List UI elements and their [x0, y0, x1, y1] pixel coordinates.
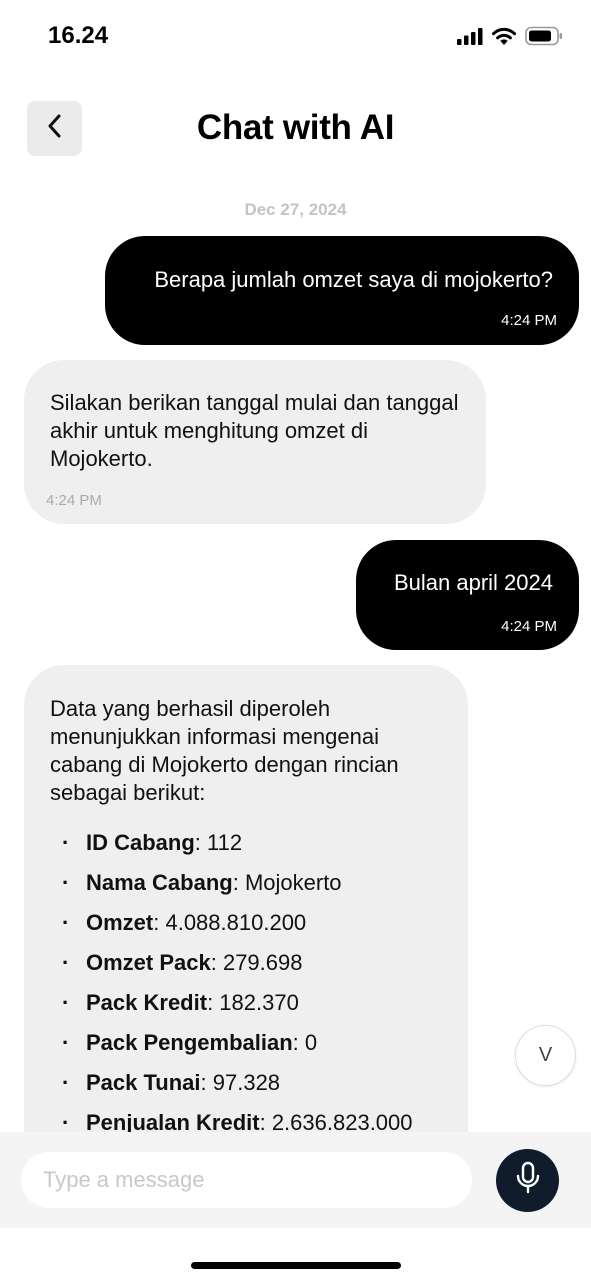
scroll-down-label: V — [538, 1044, 553, 1066]
message-input[interactable] — [21, 1152, 472, 1208]
list-item-value: : 112 — [194, 830, 243, 855]
status-time: 16.24 — [48, 22, 109, 49]
list-item-value: : 97.328 — [200, 1070, 281, 1095]
list-item-value: : 4.088.810.200 — [153, 910, 307, 935]
user-message: Berapa jumlah omzet saya di mojokerto? 4… — [105, 236, 579, 345]
scroll-to-bottom-button[interactable]: V — [515, 1025, 576, 1086]
user-message: Bulan april 2024 4:24 PM — [356, 540, 579, 650]
chat-area[interactable]: Dec 27, 2024 Berapa jumlah omzet saya di… — [0, 180, 591, 1132]
list-item-label: ID Cabang — [86, 830, 195, 855]
list-item-value: : 0 — [292, 1030, 318, 1055]
home-indicator[interactable] — [191, 1262, 401, 1269]
list-item: ID Cabang: 112 — [50, 829, 450, 857]
status-icons — [457, 26, 563, 51]
status-bar: 16.24 — [0, 0, 591, 76]
list-item-label: Omzet Pack — [86, 950, 211, 975]
ai-message: Silakan berikan tanggal mulai dan tangga… — [24, 360, 486, 524]
battery-icon — [525, 26, 563, 51]
list-item: Pack Kredit: 182.370 — [50, 989, 450, 1017]
message-time: 4:24 PM — [501, 618, 557, 635]
header: Chat with AI — [0, 96, 591, 160]
ai-message: Data yang berhasil diperoleh menunjukkan… — [24, 665, 468, 1132]
list-item-label: Omzet — [86, 910, 154, 935]
list-item-value: : 279.698 — [210, 950, 303, 975]
message-text: Silakan berikan tanggal mulai dan tangga… — [50, 390, 459, 471]
message-text: Bulan april 2024 — [393, 570, 553, 595]
message-text: Berapa jumlah omzet saya di mojokerto? — [154, 267, 553, 292]
message-time: 4:24 PM — [46, 492, 102, 509]
message-time: 4:24 PM — [501, 312, 557, 329]
list-item-label: Pack Tunai — [86, 1070, 201, 1095]
list-item-value: : 2.636.823.000 — [259, 1110, 413, 1132]
data-list: ID Cabang: 112 Nama Cabang: Mojokerto Om… — [50, 829, 450, 1132]
mic-button[interactable] — [496, 1149, 559, 1212]
message-input-bar — [0, 1132, 591, 1228]
list-item-label: Pack Kredit — [86, 990, 208, 1015]
list-item-label: Nama Cabang — [86, 870, 233, 895]
list-item: Nama Cabang: Mojokerto — [50, 869, 450, 897]
message-text: Data yang berhasil diperoleh menunjukkan… — [50, 696, 399, 805]
page-title: Chat with AI — [196, 108, 395, 147]
wifi-icon — [491, 27, 517, 51]
list-item: Omzet Pack: 279.698 — [50, 949, 450, 977]
list-item-value: : 182.370 — [207, 990, 299, 1015]
list-item-value: : Mojokerto — [232, 870, 342, 895]
list-item: Penjualan Kredit: 2.636.823.000 — [50, 1109, 450, 1132]
signal-icon — [457, 27, 483, 50]
list-item: Omzet: 4.088.810.200 — [50, 909, 450, 937]
date-separator: Dec 27, 2024 — [244, 200, 347, 219]
list-item-label: Penjualan Kredit — [86, 1110, 260, 1132]
list-item: Pack Pengembalian: 0 — [50, 1029, 450, 1057]
list-item-label: Pack Pengembalian — [86, 1030, 293, 1055]
list-item: Pack Tunai: 97.328 — [50, 1069, 450, 1097]
mic-icon — [515, 1161, 541, 1200]
